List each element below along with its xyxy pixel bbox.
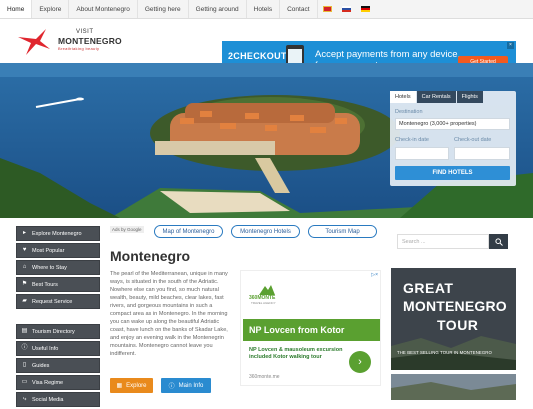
sidebar-item-visa-regime[interactable]: ▭ Visa Regime <box>16 375 100 390</box>
hotel-booking-widget: Hotels Car Rentals Flights Destination M… <box>390 91 516 186</box>
russia-flag-icon[interactable] <box>341 6 351 12</box>
ad-close-icon[interactable]: × <box>507 42 514 49</box>
germany-flag-icon[interactable] <box>360 6 370 12</box>
explore-icon: ▸ <box>22 230 26 236</box>
coast-image <box>391 374 516 400</box>
nav-contact[interactable]: Contact <box>280 0 318 18</box>
sidebar-item-label: Visa Regime <box>32 379 64 386</box>
checkout-label: Check-out date <box>454 137 492 143</box>
info-icon: ⓘ <box>21 345 28 351</box>
montenegro-flag-icon[interactable] <box>322 6 332 12</box>
mountain-logo-icon <box>259 285 275 295</box>
sidebar-item-label: Guides <box>32 362 50 369</box>
link-map-of-montenegro[interactable]: Map of Montenegro <box>154 225 223 238</box>
main-info-button-label: Main Info <box>178 382 204 389</box>
sidebar-item-label: Where to Stay <box>32 264 67 271</box>
folder-icon: ▤ <box>21 328 28 334</box>
tour-title-line3: TOUR <box>437 317 479 333</box>
nav-hotels[interactable]: Hotels <box>247 0 281 18</box>
sidebar-item-label: Useful Info <box>32 345 59 352</box>
nav-about-montenegro[interactable]: About Montenegro <box>69 0 138 18</box>
ad-360monte[interactable]: ▷× 360MONTE TRAVEL AGENCY NP Lovcen from… <box>240 270 381 386</box>
nav-getting-around[interactable]: Getting around <box>189 0 247 18</box>
checkin-input[interactable] <box>395 147 449 160</box>
tab-hotels[interactable]: Hotels <box>390 91 416 103</box>
tour-title-line2: MONTENEGRO <box>403 298 507 314</box>
link-montenegro-hotels[interactable]: Montenegro Hotels <box>231 225 300 238</box>
sidebar-item-label: Explore Montenegro <box>32 230 82 237</box>
link-tourism-map[interactable]: Tourism Map <box>308 225 377 238</box>
sidebar-item-explore-montenegro[interactable]: ▸ Explore Montenegro <box>16 226 100 241</box>
flag-icon: ⚑ <box>21 281 28 287</box>
booking-tabs: Hotels Car Rentals Flights <box>390 91 516 103</box>
sidebar-item-tourism-directory[interactable]: ▤ Tourism Directory <box>16 324 100 339</box>
logo-visit-text: VISIT <box>76 29 94 35</box>
sidebar-item-label: Most Popular <box>32 247 65 254</box>
checkout-input[interactable] <box>454 147 510 160</box>
sidebar-item-request-service[interactable]: ▰ Request Service <box>16 294 100 309</box>
tour-caption: THE BEST SELLING TOUR IN MONTENEGRO <box>397 350 492 355</box>
car-icon: ▰ <box>22 298 27 304</box>
ad2-source: 360monte.me <box>249 374 280 380</box>
main-info-button[interactable]: ⓘ Main Info <box>161 378 211 393</box>
arrow-right-icon[interactable]: › <box>349 351 371 373</box>
ads-by-google-label: Ads by Google <box>110 226 144 233</box>
tab-flights[interactable]: Flights <box>456 91 483 103</box>
explore-button[interactable]: ▦ Explore <box>110 378 153 393</box>
sidebar-item-label: Tourism Directory <box>32 328 75 335</box>
heart-icon: ♥ <box>22 247 27 253</box>
menu-spacer <box>16 311 100 324</box>
explore-button-label: Explore <box>126 382 147 389</box>
ad-close-icon[interactable]: ▷× <box>371 272 378 278</box>
home-icon: ⌂ <box>22 264 27 270</box>
logo-tagline: Breathtaking beauty <box>58 46 100 51</box>
intro-text: The pearl of the Mediterranean, unique i… <box>110 271 228 357</box>
tab-car-rentals[interactable]: Car Rentals <box>416 91 456 103</box>
360monte-logo: 360MONTE TRAVEL AGENCY <box>249 283 289 305</box>
book-icon: ▯ <box>22 362 27 368</box>
nav-explore[interactable]: Explore <box>32 0 70 18</box>
compass-icon: ▦ <box>116 383 123 389</box>
document-icon: ▭ <box>21 379 28 385</box>
search-icon <box>494 237 503 246</box>
logo-brand-text: MONTENEGRO <box>58 36 122 46</box>
destination-label: Destination <box>395 109 423 115</box>
sidebar-item-guides[interactable]: ▯ Guides <box>16 358 100 373</box>
sidebar-item-useful-info[interactable]: ⓘ Useful Info <box>16 341 100 356</box>
star-logo-icon <box>18 29 50 55</box>
checkin-label: Check-in date <box>395 137 429 143</box>
sidebar-item-best-tours[interactable]: ⚑ Best Tours <box>16 277 100 292</box>
top-navigation: Home Explore About Montenegro Getting he… <box>0 0 533 19</box>
destination-input[interactable]: Montenegro (3,000+ properties) <box>395 118 510 130</box>
info-icon: ⓘ <box>168 384 175 390</box>
site-logo[interactable]: VISIT MONTENEGRO Breathtaking beauty <box>16 25 122 59</box>
sidebar-item-most-popular[interactable]: ♥ Most Popular <box>16 243 100 258</box>
ad2-logo-sub: TRAVEL AGENCY <box>251 301 276 305</box>
sidebar-item-where-to-stay[interactable]: ⌂ Where to Stay <box>16 260 100 275</box>
second-promo-image[interactable] <box>391 374 516 400</box>
page-title: Montenegro <box>110 248 191 264</box>
nav-getting-here[interactable]: Getting here <box>138 0 189 18</box>
header: VISIT MONTENEGRO Breathtaking beauty 2CH… <box>0 19 533 79</box>
nav-home[interactable]: Home <box>0 0 33 18</box>
sidebar-item-label: Best Tours <box>32 281 58 288</box>
tour-title-line1: GREAT <box>403 280 454 296</box>
sidebar-menu: ▸ Explore Montenegro ♥ Most Popular ⌂ Where… <box>16 226 100 409</box>
sidebar-item-label: Request Service <box>32 298 73 305</box>
ad2-headline: NP Lovcen from Kotor <box>243 319 380 341</box>
great-montenegro-tour-banner[interactable]: GREAT MONTENEGRO TOUR THE BEST SELLING T… <box>391 268 516 370</box>
find-hotels-button[interactable]: FIND HOTELS <box>395 166 510 180</box>
search-input[interactable]: Search ... <box>397 234 489 249</box>
ad-logo: 2CHECKOUT <box>228 51 287 61</box>
ad2-description: NP Lovcen & mausoleum excursion included… <box>249 347 343 360</box>
search-button[interactable] <box>489 234 508 249</box>
